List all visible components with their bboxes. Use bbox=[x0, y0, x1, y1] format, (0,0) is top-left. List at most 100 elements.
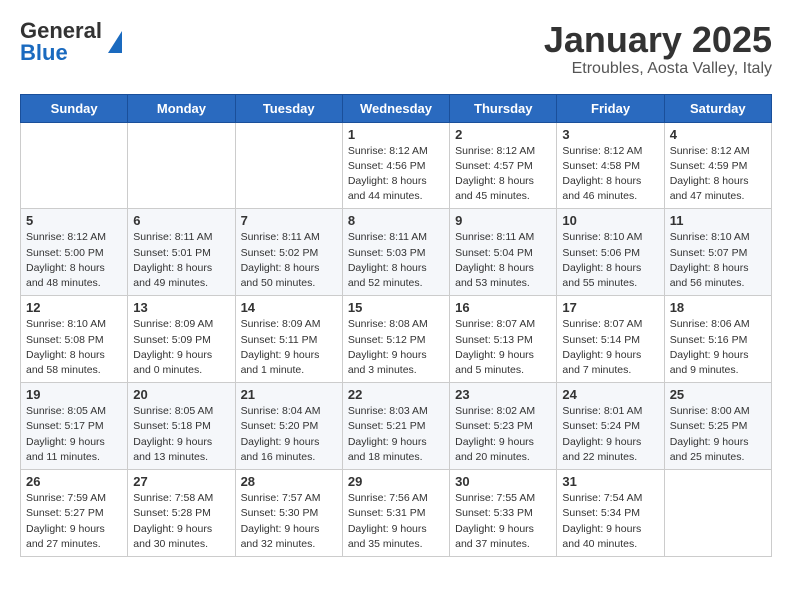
day-info: Sunrise: 8:12 AM Sunset: 4:59 PM Dayligh… bbox=[670, 144, 766, 205]
day-number: 21 bbox=[241, 387, 337, 402]
calendar-cell bbox=[235, 122, 342, 209]
calendar-cell: 4 Sunrise: 8:12 AM Sunset: 4:59 PM Daylig… bbox=[664, 122, 771, 209]
calendar-cell: 16Sunrise: 8:07 AM Sunset: 5:13 PM Dayli… bbox=[450, 296, 557, 383]
day-info: Sunrise: 8:11 AM Sunset: 5:03 PM Dayligh… bbox=[348, 230, 444, 291]
calendar-day-header: Wednesday bbox=[342, 94, 449, 122]
day-number: 19 bbox=[26, 387, 122, 402]
calendar-cell: 17Sunrise: 8:07 AM Sunset: 5:14 PM Dayli… bbox=[557, 296, 664, 383]
day-number: 30 bbox=[455, 474, 551, 489]
day-number: 10 bbox=[562, 213, 658, 228]
calendar-cell: 21 Sunrise: 8:04 AM Sunset: 5:20 PM Dayli… bbox=[235, 383, 342, 470]
day-number: 11 bbox=[670, 213, 766, 228]
logo-general-text: General bbox=[20, 20, 102, 42]
calendar-cell: 15Sunrise: 8:08 AM Sunset: 5:12 PM Dayli… bbox=[342, 296, 449, 383]
calendar-week-row: 12 Sunrise: 8:10 AM Sunset: 5:08 PM Dayli… bbox=[21, 296, 772, 383]
calendar-cell: 31 Sunrise: 7:54 AM Sunset: 5:34 PM Dayli… bbox=[557, 470, 664, 557]
day-info: Sunrise: 8:01 AM Sunset: 5:24 PM Dayligh… bbox=[562, 404, 658, 465]
day-number: 14 bbox=[241, 300, 337, 315]
calendar-day-header: Tuesday bbox=[235, 94, 342, 122]
day-info: Sunrise: 8:02 AM Sunset: 5:23 PM Dayligh… bbox=[455, 404, 551, 465]
logo: General Blue bbox=[20, 20, 122, 64]
calendar-cell: 9Sunrise: 8:11 AM Sunset: 5:04 PM Daylig… bbox=[450, 209, 557, 296]
calendar-cell bbox=[128, 122, 235, 209]
logo-triangle-icon bbox=[108, 31, 122, 53]
day-number: 26 bbox=[26, 474, 122, 489]
day-number: 5 bbox=[26, 213, 122, 228]
day-number: 1 bbox=[348, 127, 444, 142]
calendar-cell: 22 Sunrise: 8:03 AM Sunset: 5:21 PM Dayli… bbox=[342, 383, 449, 470]
day-info: Sunrise: 8:12 AM Sunset: 4:58 PM Dayligh… bbox=[562, 144, 658, 205]
day-number: 2 bbox=[455, 127, 551, 142]
calendar-cell: 23 Sunrise: 8:02 AM Sunset: 5:23 PM Dayli… bbox=[450, 383, 557, 470]
day-info: Sunrise: 7:57 AM Sunset: 5:30 PM Dayligh… bbox=[241, 491, 337, 552]
day-number: 22 bbox=[348, 387, 444, 402]
day-number: 12 bbox=[26, 300, 122, 315]
calendar-header-row: SundayMondayTuesdayWednesdayThursdayFrid… bbox=[21, 94, 772, 122]
day-number: 4 bbox=[670, 127, 766, 142]
calendar-table: SundayMondayTuesdayWednesdayThursdayFrid… bbox=[20, 94, 772, 557]
day-number: 17 bbox=[562, 300, 658, 315]
calendar-day-header: Friday bbox=[557, 94, 664, 122]
calendar-cell: 28 Sunrise: 7:57 AM Sunset: 5:30 PM Dayli… bbox=[235, 470, 342, 557]
day-info: Sunrise: 7:55 AM Sunset: 5:33 PM Dayligh… bbox=[455, 491, 551, 552]
day-number: 16 bbox=[455, 300, 551, 315]
calendar-cell: 2 Sunrise: 8:12 AM Sunset: 4:57 PM Daylig… bbox=[450, 122, 557, 209]
day-info: Sunrise: 8:11 AM Sunset: 5:04 PM Dayligh… bbox=[455, 230, 551, 291]
day-number: 8 bbox=[348, 213, 444, 228]
day-number: 13 bbox=[133, 300, 229, 315]
day-info: Sunrise: 8:10 AM Sunset: 5:06 PM Dayligh… bbox=[562, 230, 658, 291]
day-info: Sunrise: 8:12 AM Sunset: 4:56 PM Dayligh… bbox=[348, 144, 444, 205]
day-number: 24 bbox=[562, 387, 658, 402]
calendar-day-header: Sunday bbox=[21, 94, 128, 122]
day-number: 29 bbox=[348, 474, 444, 489]
calendar-day-header: Saturday bbox=[664, 94, 771, 122]
calendar-day-header: Monday bbox=[128, 94, 235, 122]
location-subtitle: Etroubles, Aosta Valley, Italy bbox=[544, 60, 772, 78]
day-info: Sunrise: 8:03 AM Sunset: 5:21 PM Dayligh… bbox=[348, 404, 444, 465]
calendar-week-row: 5 Sunrise: 8:12 AM Sunset: 5:00 PM Daylig… bbox=[21, 209, 772, 296]
day-info: Sunrise: 8:06 AM Sunset: 5:16 PM Dayligh… bbox=[670, 317, 766, 378]
day-info: Sunrise: 8:12 AM Sunset: 5:00 PM Dayligh… bbox=[26, 230, 122, 291]
calendar-cell: 13 Sunrise: 8:09 AM Sunset: 5:09 PM Dayli… bbox=[128, 296, 235, 383]
day-number: 3 bbox=[562, 127, 658, 142]
day-info: Sunrise: 8:00 AM Sunset: 5:25 PM Dayligh… bbox=[670, 404, 766, 465]
title-block: January 2025 Etroubles, Aosta Valley, It… bbox=[544, 20, 772, 78]
day-number: 31 bbox=[562, 474, 658, 489]
day-number: 18 bbox=[670, 300, 766, 315]
calendar-cell: 14 Sunrise: 8:09 AM Sunset: 5:11 PM Dayli… bbox=[235, 296, 342, 383]
calendar-week-row: 1 Sunrise: 8:12 AM Sunset: 4:56 PM Daylig… bbox=[21, 122, 772, 209]
calendar-cell: 11 Sunrise: 8:10 AM Sunset: 5:07 PM Dayli… bbox=[664, 209, 771, 296]
day-info: Sunrise: 8:05 AM Sunset: 5:18 PM Dayligh… bbox=[133, 404, 229, 465]
calendar-cell: 24 Sunrise: 8:01 AM Sunset: 5:24 PM Dayli… bbox=[557, 383, 664, 470]
calendar-cell: 1 Sunrise: 8:12 AM Sunset: 4:56 PM Daylig… bbox=[342, 122, 449, 209]
day-number: 25 bbox=[670, 387, 766, 402]
calendar-cell bbox=[21, 122, 128, 209]
day-info: Sunrise: 8:04 AM Sunset: 5:20 PM Dayligh… bbox=[241, 404, 337, 465]
day-number: 15 bbox=[348, 300, 444, 315]
calendar-cell: 25 Sunrise: 8:00 AM Sunset: 5:25 PM Dayli… bbox=[664, 383, 771, 470]
day-number: 23 bbox=[455, 387, 551, 402]
day-number: 28 bbox=[241, 474, 337, 489]
day-info: Sunrise: 7:54 AM Sunset: 5:34 PM Dayligh… bbox=[562, 491, 658, 552]
day-info: Sunrise: 8:11 AM Sunset: 5:01 PM Dayligh… bbox=[133, 230, 229, 291]
calendar-cell: 12 Sunrise: 8:10 AM Sunset: 5:08 PM Dayli… bbox=[21, 296, 128, 383]
calendar-cell: 6 Sunrise: 8:11 AM Sunset: 5:01 PM Daylig… bbox=[128, 209, 235, 296]
page-header: General Blue January 2025 Etroubles, Aos… bbox=[20, 20, 772, 78]
calendar-cell: 26Sunrise: 7:59 AM Sunset: 5:27 PM Dayli… bbox=[21, 470, 128, 557]
calendar-week-row: 26Sunrise: 7:59 AM Sunset: 5:27 PM Dayli… bbox=[21, 470, 772, 557]
day-number: 20 bbox=[133, 387, 229, 402]
month-title: January 2025 bbox=[544, 20, 772, 60]
day-info: Sunrise: 8:09 AM Sunset: 5:11 PM Dayligh… bbox=[241, 317, 337, 378]
calendar-cell: 7Sunrise: 8:11 AM Sunset: 5:02 PM Daylig… bbox=[235, 209, 342, 296]
calendar-cell: 27Sunrise: 7:58 AM Sunset: 5:28 PM Dayli… bbox=[128, 470, 235, 557]
day-info: Sunrise: 8:12 AM Sunset: 4:57 PM Dayligh… bbox=[455, 144, 551, 205]
calendar-cell: 10 Sunrise: 8:10 AM Sunset: 5:06 PM Dayli… bbox=[557, 209, 664, 296]
day-info: Sunrise: 8:09 AM Sunset: 5:09 PM Dayligh… bbox=[133, 317, 229, 378]
day-info: Sunrise: 8:10 AM Sunset: 5:08 PM Dayligh… bbox=[26, 317, 122, 378]
day-number: 6 bbox=[133, 213, 229, 228]
calendar-cell: 19 Sunrise: 8:05 AM Sunset: 5:17 PM Dayli… bbox=[21, 383, 128, 470]
logo-blue-text: Blue bbox=[20, 42, 102, 64]
day-info: Sunrise: 8:10 AM Sunset: 5:07 PM Dayligh… bbox=[670, 230, 766, 291]
day-info: Sunrise: 8:05 AM Sunset: 5:17 PM Dayligh… bbox=[26, 404, 122, 465]
calendar-cell: 30 Sunrise: 7:55 AM Sunset: 5:33 PM Dayli… bbox=[450, 470, 557, 557]
